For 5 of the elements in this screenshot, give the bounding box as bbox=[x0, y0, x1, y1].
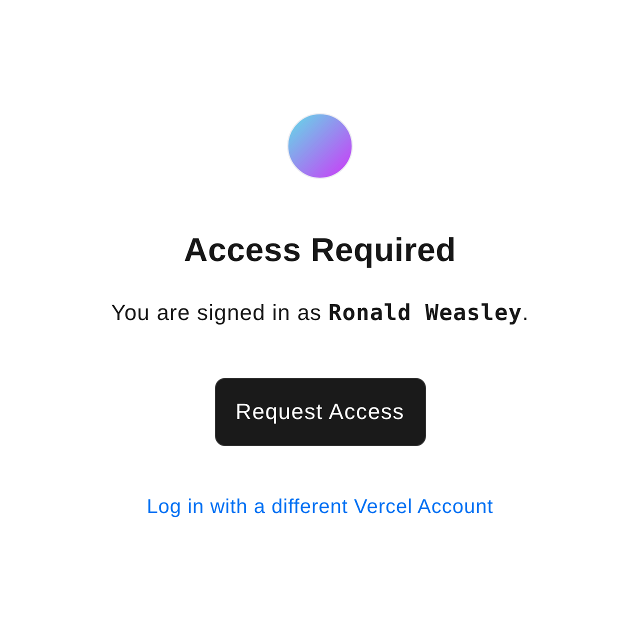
different-account-link[interactable]: Log in with a different Vercel Account bbox=[146, 494, 494, 520]
request-access-button[interactable]: Request Access bbox=[214, 378, 426, 446]
signed-in-message: You are signed in as Ronald Weasley. bbox=[111, 299, 529, 328]
avatar-icon bbox=[287, 113, 353, 179]
page-title: Access Required bbox=[184, 230, 456, 270]
